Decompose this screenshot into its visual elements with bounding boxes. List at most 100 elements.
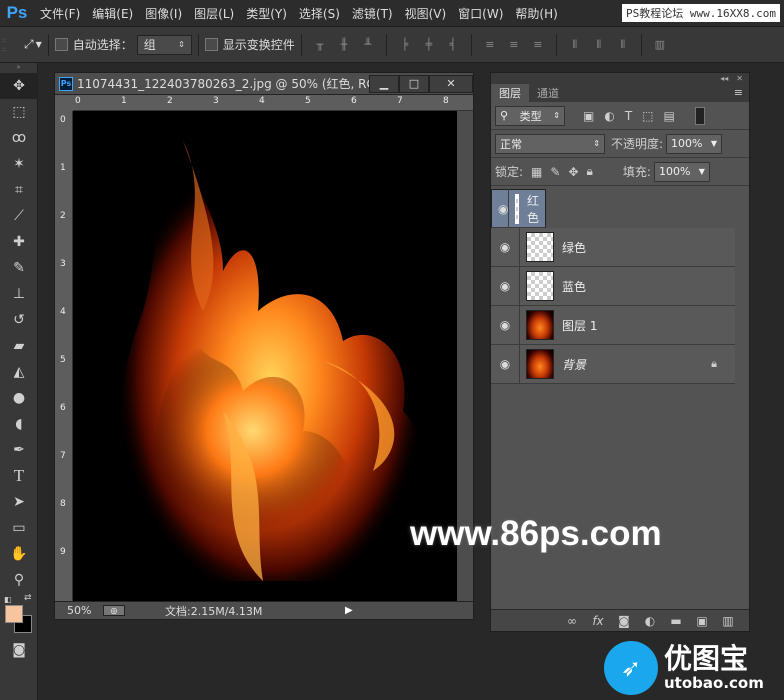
panel-collapse-bar[interactable]: ◂◂ ✕ <box>491 73 749 84</box>
distribute-top-icon[interactable]: ≡ <box>480 35 500 55</box>
eye-icon[interactable]: ◉ <box>498 202 508 216</box>
eye-icon[interactable]: ◉ <box>491 240 519 254</box>
fill-field[interactable]: 100% ▼ <box>653 161 710 182</box>
close-button[interactable]: ✕ <box>429 74 473 93</box>
align-vcenter-icon[interactable]: ╫ <box>334 35 354 55</box>
align-bottom-icon[interactable]: ╨ <box>358 35 378 55</box>
menu-layer[interactable]: 图层(L) <box>188 5 240 22</box>
menu-filter[interactable]: 滤镜(T) <box>346 5 399 22</box>
auto-select-checkbox[interactable] <box>54 38 68 51</box>
trash-icon[interactable]: ▥ <box>715 614 741 628</box>
maximize-button[interactable]: □ <box>399 74 429 93</box>
filter-kind-dropdown[interactable]: ⚲ 类型 ⇕ <box>495 105 565 126</box>
vertical-ruler[interactable]: 0 1 2 3 4 5 6 7 8 9 <box>55 111 73 601</box>
filter-toggle[interactable] <box>694 106 705 125</box>
blend-mode-dropdown[interactable]: 正常 ⇕ <box>495 133 605 154</box>
menu-edit[interactable]: 编辑(E) <box>86 5 139 22</box>
filter-type-icon[interactable]: T <box>625 109 632 123</box>
menu-select[interactable]: 选择(S) <box>293 5 346 22</box>
eye-icon[interactable]: ◉ <box>491 279 519 293</box>
paint-bucket-tool-icon[interactable]: ◭ <box>0 359 38 385</box>
menu-window[interactable]: 窗口(W) <box>452 5 509 22</box>
healing-brush-tool-icon[interactable]: ✚ <box>0 229 38 255</box>
menu-file[interactable]: 文件(F) <box>34 5 86 22</box>
show-transform-checkbox[interactable] <box>204 38 218 51</box>
filter-adjustment-icon[interactable]: ◐ <box>604 109 614 123</box>
status-icon[interactable]: ◎ <box>103 605 125 616</box>
blur-tool-icon[interactable]: ● <box>0 385 38 411</box>
collapse-icon[interactable]: ◂◂ <box>720 74 728 83</box>
eye-icon[interactable]: ◉ <box>491 357 519 371</box>
rectangle-tool-icon[interactable]: ▭ <box>0 515 38 541</box>
distribute-bottom-icon[interactable]: ≡ <box>528 35 548 55</box>
pen-tool-icon[interactable]: ✒ <box>0 437 38 463</box>
close-panel-icon[interactable]: ✕ <box>736 74 743 83</box>
document-tab[interactable]: Ps 11074431_122403780263_2.jpg @ 50% (红色… <box>55 73 473 95</box>
layer-row-blue[interactable]: ◉ 蓝色 <box>491 266 735 306</box>
layer-row-green[interactable]: ◉ 绿色 <box>491 227 735 267</box>
eyedropper-tool-icon[interactable]: ⟋ <box>0 203 38 229</box>
eye-icon[interactable]: ◉ <box>491 318 519 332</box>
filter-smart-object-icon[interactable]: ▤ <box>664 109 675 123</box>
new-layer-icon[interactable]: ▣ <box>689 614 715 628</box>
align-top-icon[interactable]: ╥ <box>310 35 330 55</box>
move-tool-preset[interactable]: ⤢ ▼ <box>24 37 42 52</box>
layer-name[interactable]: 红色 <box>527 192 539 226</box>
quick-mask-icon[interactable]: ◙ <box>0 637 38 663</box>
lock-position-icon[interactable]: ✥ <box>568 165 578 179</box>
layer-name[interactable]: 图层 1 <box>562 317 597 334</box>
lock-transparent-icon[interactable]: ▦ <box>531 165 542 179</box>
foreground-color-swatch[interactable] <box>5 605 23 623</box>
image-canvas[interactable] <box>73 111 457 601</box>
align-left-icon[interactable]: ╞ <box>395 35 415 55</box>
type-tool-icon[interactable]: T <box>0 463 38 489</box>
ruler-origin[interactable] <box>55 95 73 111</box>
horizontal-ruler[interactable]: 0 1 2 3 4 5 6 7 8 <box>73 95 473 111</box>
align-hcenter-icon[interactable]: ╪ <box>419 35 439 55</box>
toolbar-collapse-icon[interactable]: » <box>0 63 37 73</box>
zoom-tool-icon[interactable]: ⚲ <box>0 567 38 593</box>
lock-all-icon[interactable]: 🔒︎ <box>587 164 593 179</box>
lasso-tool-icon[interactable]: ꝏ <box>0 125 38 151</box>
fx-icon[interactable]: fx <box>585 614 611 628</box>
swap-colors-icon[interactable]: ⇄ <box>24 593 32 603</box>
distribute-right-icon[interactable]: ⫴ <box>613 35 633 55</box>
filter-pixel-icon[interactable]: ▣ <box>583 109 594 123</box>
menu-help[interactable]: 帮助(H) <box>509 5 563 22</box>
layer-row-background[interactable]: ◉ 背景 🔒︎ <box>491 344 735 384</box>
dodge-tool-icon[interactable]: ◖ <box>0 411 38 437</box>
opacity-field[interactable]: 100% ▼ <box>666 133 723 154</box>
layer-row-red[interactable]: ◉ 红色 <box>491 189 546 228</box>
move-tool-icon[interactable]: ✥ <box>0 73 38 99</box>
link-layers-icon[interactable]: ∞ <box>559 614 585 628</box>
auto-align-icon[interactable]: ▥ <box>650 35 670 55</box>
hand-tool-icon[interactable]: ✋ <box>0 541 38 567</box>
clone-stamp-tool-icon[interactable]: ⊥ <box>0 281 38 307</box>
menu-type[interactable]: 类型(Y) <box>240 5 293 22</box>
adjustment-layer-icon[interactable]: ◐ <box>637 614 663 628</box>
distribute-vcenter-icon[interactable]: ≡ <box>504 35 524 55</box>
align-right-icon[interactable]: ╡ <box>443 35 463 55</box>
distribute-hcenter-icon[interactable]: ⫴ <box>589 35 609 55</box>
add-mask-icon[interactable]: ◙ <box>611 614 637 628</box>
zoom-level[interactable]: 50% <box>55 604 99 617</box>
marquee-tool-icon[interactable]: ⬚ <box>0 99 38 125</box>
magic-wand-tool-icon[interactable]: ✶ <box>0 151 38 177</box>
crop-tool-icon[interactable]: ⌗ <box>0 177 38 203</box>
new-group-icon[interactable]: ▬ <box>663 614 689 628</box>
layer-name[interactable]: 背景 <box>562 356 586 373</box>
menu-view[interactable]: 视图(V) <box>399 5 453 22</box>
default-colors-icon[interactable]: ◧ <box>4 595 12 604</box>
auto-select-dropdown[interactable]: 组 ⇕ <box>136 34 192 55</box>
layer-row-layer1[interactable]: ◉ 图层 1 <box>491 305 735 345</box>
menu-image[interactable]: 图像(I) <box>139 5 188 22</box>
panel-menu-icon[interactable]: ≡ <box>734 86 743 99</box>
minimize-button[interactable]: ▁ <box>369 74 399 93</box>
distribute-left-icon[interactable]: ⫴ <box>565 35 585 55</box>
lock-image-icon[interactable]: ✎ <box>550 165 560 179</box>
layer-name[interactable]: 蓝色 <box>562 278 586 295</box>
layer-name[interactable]: 绿色 <box>562 239 586 256</box>
brush-tool-icon[interactable]: ✎ <box>0 255 38 281</box>
tab-layers[interactable]: 图层 <box>491 84 529 102</box>
eraser-tool-icon[interactable]: ▰ <box>0 333 38 359</box>
